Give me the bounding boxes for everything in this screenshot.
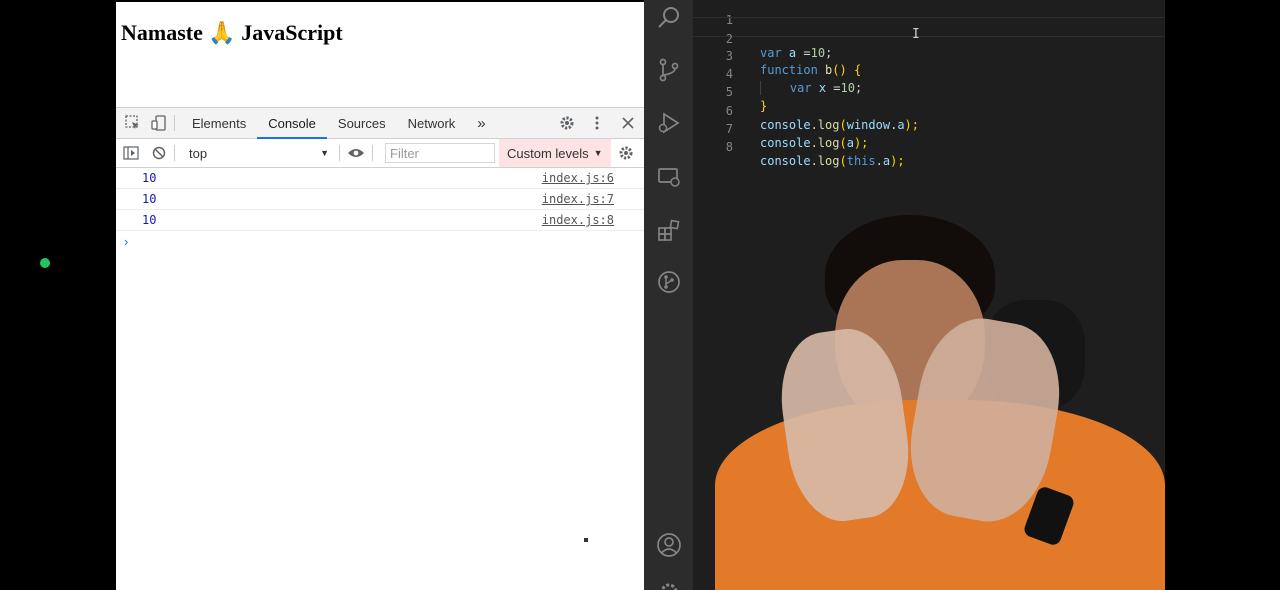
source-link[interactable]: index.js:8 (542, 213, 614, 227)
live-expression-eye-icon[interactable] (346, 144, 366, 162)
toolbar-divider (372, 145, 373, 161)
source-control-icon[interactable] (655, 56, 683, 84)
console-row: 10 index.js:6 (116, 168, 644, 189)
console-row: 10 index.js:8 (116, 210, 644, 231)
extensions-icon[interactable] (655, 216, 683, 244)
code-line: 4 var x =10; (693, 53, 1165, 95)
tab-network[interactable]: Network (397, 108, 467, 138)
line-number: 8 (725, 140, 733, 154)
tab-sources[interactable]: Sources (327, 108, 397, 138)
console-row: 10 index.js:7 (116, 189, 644, 210)
run-debug-icon[interactable] (655, 109, 683, 137)
tab-console[interactable]: Console (257, 108, 327, 139)
code-line: 8 console.log(this.a); (693, 126, 1165, 168)
git-graph-icon[interactable] (655, 268, 683, 296)
code-line: 7 console.log(a); (693, 108, 1165, 150)
browser-window: Namaste 🙏 JavaScript Elements Console So… (116, 2, 644, 590)
console-prompt[interactable]: › (116, 231, 644, 251)
inspect-element-icon[interactable] (124, 114, 142, 132)
toolbar-divider (174, 145, 175, 161)
code-line: 1 (693, 0, 1165, 27)
activity-bar (644, 0, 693, 590)
console-settings-gear-icon[interactable] (617, 144, 635, 162)
code-line: 2 var a =10; (693, 17, 1165, 60)
console-value: 10 (142, 171, 157, 185)
code-line: 3 function b() { (693, 35, 1165, 77)
show-sidebar-icon[interactable] (122, 144, 140, 162)
code-line: 5 } (693, 71, 1165, 113)
account-icon[interactable] (655, 531, 683, 559)
prompt-chevron-icon: › (124, 233, 129, 249)
console-output: 10 index.js:6 10 index.js:7 10 index.js:… (116, 168, 644, 251)
settings-gear-icon[interactable] (558, 114, 576, 132)
toolbar-divider (174, 115, 175, 131)
dropdown-arrow-icon: ▼ (593, 148, 603, 158)
code-content: console.log(this.a); (760, 154, 905, 168)
dropdown-arrow-icon: ▼ (320, 148, 329, 158)
close-devtools-icon[interactable] (619, 114, 637, 132)
devtools-tabbar: Elements Console Sources Network » (116, 108, 644, 139)
manage-gear-icon[interactable] (655, 578, 683, 590)
tab-elements[interactable]: Elements (181, 108, 257, 138)
search-icon[interactable] (655, 3, 683, 31)
code-line: 6 console.log(window.a); (693, 90, 1165, 132)
presenter-video (715, 200, 1165, 590)
more-options-icon[interactable] (590, 114, 604, 132)
source-link[interactable]: index.js:7 (542, 192, 614, 206)
filter-input[interactable] (385, 143, 495, 163)
device-toolbar-icon[interactable] (150, 114, 168, 132)
toolbar-divider (339, 145, 340, 161)
status-dot (40, 258, 50, 268)
remote-explorer-icon[interactable] (655, 163, 683, 191)
clear-console-icon[interactable] (150, 144, 168, 162)
devtools-panel: Elements Console Sources Network » top ▼… (116, 107, 644, 590)
source-link[interactable]: index.js:6 (542, 171, 614, 185)
page-title: Namaste 🙏 JavaScript (121, 20, 343, 45)
context-selector[interactable]: top ▼ (185, 143, 333, 163)
context-value: top (189, 145, 208, 161)
text-cursor-icon: I (912, 27, 920, 42)
console-value: 10 (142, 213, 157, 227)
log-levels-label: Custom levels (507, 145, 589, 161)
console-value: 10 (142, 192, 157, 206)
console-toolbar: top ▼ Custom levels ▼ (116, 139, 644, 168)
log-levels-dropdown[interactable]: Custom levels ▼ (499, 139, 611, 167)
more-tabs-button[interactable]: » (466, 108, 496, 138)
mouse-cursor (584, 538, 588, 542)
